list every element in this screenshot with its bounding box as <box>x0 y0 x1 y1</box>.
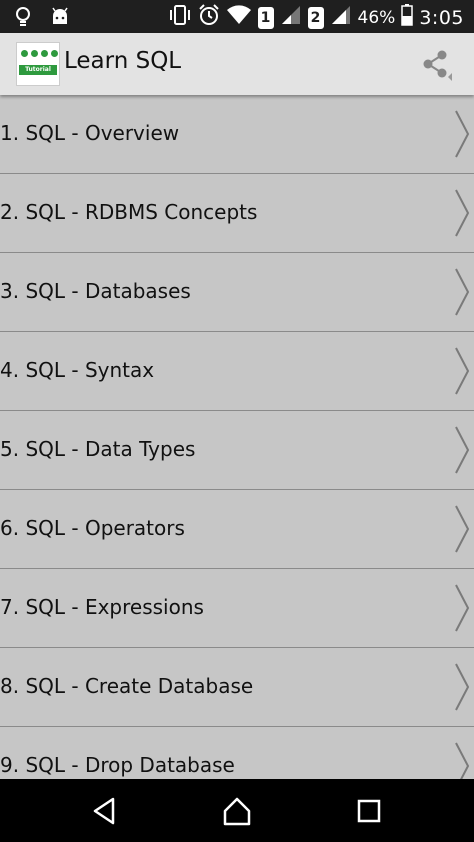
wifi-icon <box>226 4 252 31</box>
chevron-right-icon <box>455 584 470 632</box>
list-item-label: 6. SQL - Operators <box>0 516 185 540</box>
chevron-right-icon <box>455 189 470 237</box>
app-logo: Tutorial <box>16 42 60 86</box>
list-item[interactable]: 4. SQL - Syntax <box>0 332 474 411</box>
vibrate-icon <box>168 4 192 31</box>
chevron-right-icon <box>455 505 470 553</box>
chevron-right-icon <box>455 347 470 395</box>
list-item-label: 2. SQL - RDBMS Concepts <box>0 200 258 224</box>
logo-text: Tutorial <box>19 65 57 75</box>
chevron-right-icon <box>455 426 470 474</box>
app-title: Learn SQL <box>64 48 182 74</box>
list-item-label: 4. SQL - Syntax <box>0 358 155 382</box>
signal-icon <box>280 4 302 31</box>
sim1-badge: 1 <box>257 6 274 29</box>
chevron-right-icon <box>455 742 470 780</box>
list-item-label: 8. SQL - Create Database <box>0 674 254 698</box>
signal-icon <box>330 4 352 31</box>
list-item[interactable]: 3. SQL - Databases <box>0 253 474 332</box>
bulb-icon <box>14 6 32 32</box>
chevron-right-icon <box>455 663 470 711</box>
list-item[interactable]: 8. SQL - Create Database <box>0 648 474 727</box>
battery-percent: 46% <box>357 7 396 28</box>
status-bar: 1 2 46% 3:05 <box>0 0 474 33</box>
list-item-label: 5. SQL - Data Types <box>0 437 196 461</box>
list-item-label: 7. SQL - Expressions <box>0 595 204 619</box>
list-item[interactable]: 6. SQL - Operators <box>0 490 474 569</box>
list-item[interactable]: 9. SQL - Drop Database <box>0 727 474 780</box>
list-item-label: 9. SQL - Drop Database <box>0 753 235 777</box>
app-bar: Tutorial Learn SQL <box>0 33 474 95</box>
sim2-badge: 2 <box>307 6 324 29</box>
list-item-label: 3. SQL - Databases <box>0 279 191 303</box>
chevron-right-icon <box>455 110 470 158</box>
list-item[interactable]: 5. SQL - Data Types <box>0 411 474 490</box>
list-item[interactable]: 7. SQL - Expressions <box>0 569 474 648</box>
chevron-right-icon <box>455 268 470 316</box>
navigation-bar <box>0 779 474 842</box>
back-icon[interactable] <box>89 795 121 827</box>
clock-time: 3:05 <box>419 6 464 29</box>
home-icon[interactable] <box>221 795 253 827</box>
list-item[interactable]: 2. SQL - RDBMS Concepts <box>0 174 474 253</box>
recents-icon[interactable] <box>353 795 385 827</box>
topic-list: 1. SQL - Overview 2. SQL - RDBMS Concept… <box>0 95 474 780</box>
list-item-label: 1. SQL - Overview <box>0 121 180 145</box>
alarm-icon <box>198 4 220 31</box>
battery-icon <box>401 4 414 31</box>
list-item[interactable]: 1. SQL - Overview <box>0 95 474 174</box>
android-icon <box>50 7 70 31</box>
share-icon[interactable] <box>418 47 452 81</box>
